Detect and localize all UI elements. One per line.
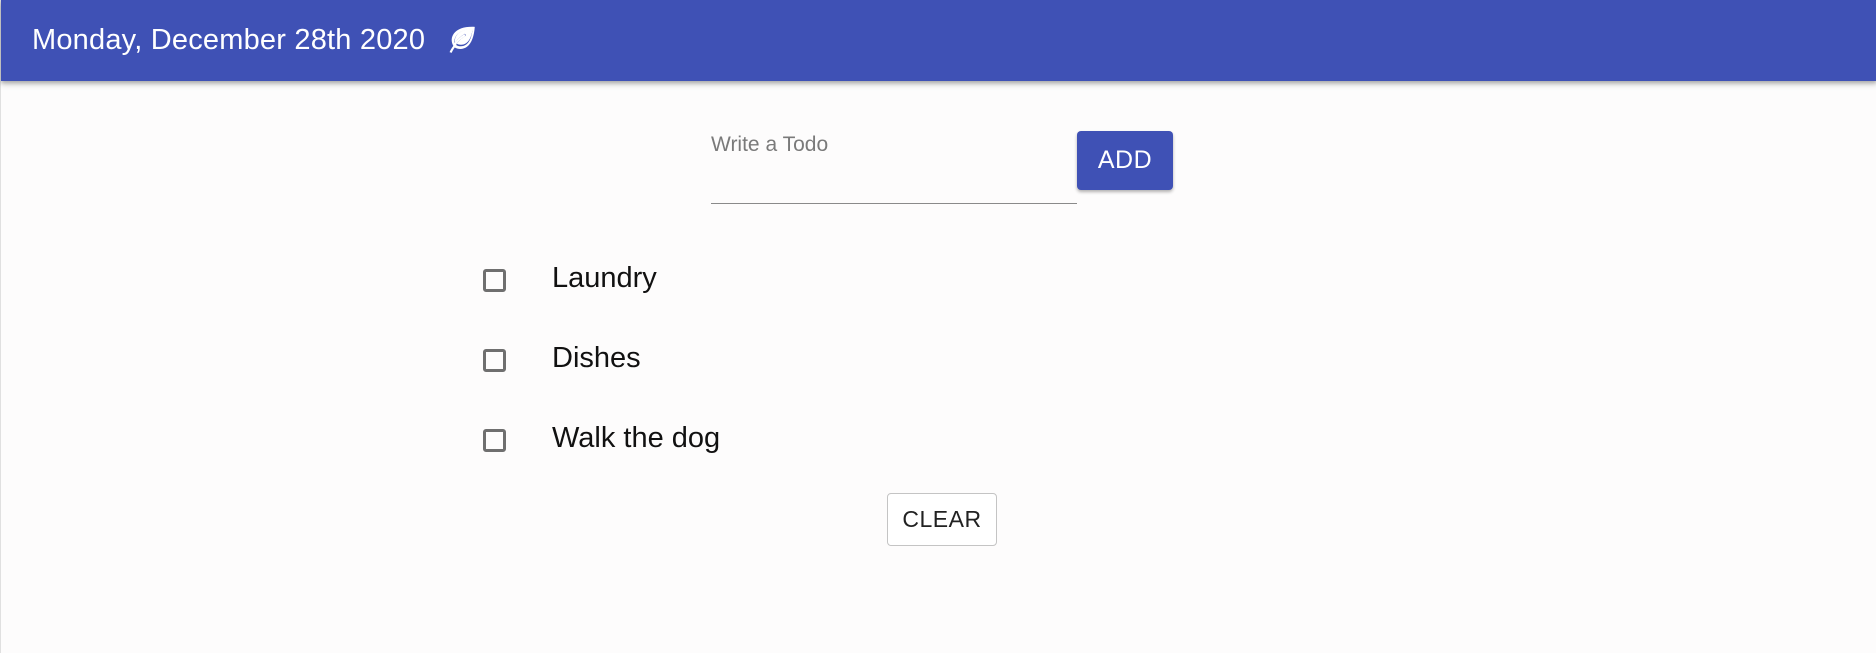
date-title: Monday, December 28th 2020: [32, 24, 426, 56]
todo-item: Laundry: [479, 251, 1079, 331]
todo-checkbox[interactable]: [483, 349, 506, 372]
app-page: Monday, December 28th 2020 ADD Laundry D…: [0, 0, 1876, 653]
add-button[interactable]: ADD: [1077, 131, 1173, 190]
todo-label: Laundry: [552, 262, 657, 294]
todo-list: Laundry Dishes Walk the dog: [479, 251, 1079, 491]
todo-item: Dishes: [479, 331, 1079, 411]
todo-checkbox[interactable]: [483, 269, 506, 292]
clear-button[interactable]: CLEAR: [887, 493, 997, 546]
todo-item: Walk the dog: [479, 411, 1079, 491]
todo-label: Walk the dog: [552, 422, 721, 454]
todo-input[interactable]: [711, 128, 1077, 162]
todo-label: Dishes: [552, 342, 641, 374]
todo-checkbox[interactable]: [483, 429, 506, 452]
todo-form: ADD: [711, 124, 1173, 206]
leaf-icon: [447, 24, 478, 55]
todo-input-field: [711, 124, 1077, 204]
app-bar: Monday, December 28th 2020: [1, 0, 1876, 81]
